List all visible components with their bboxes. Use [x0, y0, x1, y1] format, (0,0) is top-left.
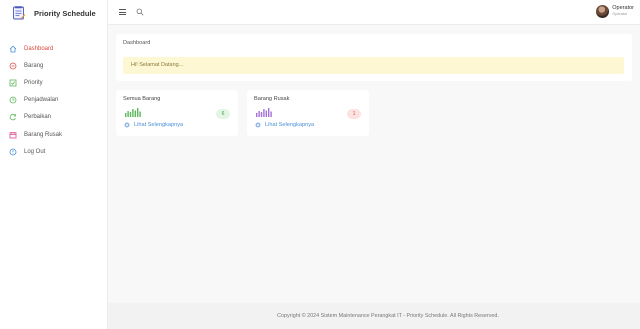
card-semua-barang: Semua Barang 6 Lihat Selengkapnya: [116, 90, 238, 136]
user-role: Operator: [612, 11, 628, 16]
clock-icon: [9, 96, 17, 104]
view-more-label: Lihat Selengkapnya: [265, 122, 315, 128]
home-icon: [9, 45, 17, 53]
copyright-text: Copyright © 2024 Sistem Maintenance Pera…: [277, 313, 499, 319]
avatar[interactable]: [596, 5, 610, 18]
sidebar-nav: Dashboard Barang Priority Penjadwalan Pe…: [0, 40, 107, 160]
app-title: Priority Schedule: [34, 8, 96, 18]
count-badge: 6: [216, 109, 230, 119]
card-title: Barang Rusak: [254, 96, 290, 102]
sidebar-item-log-out[interactable]: Log Out: [0, 143, 107, 160]
view-icon: [255, 122, 261, 128]
brand[interactable]: Priority Schedule: [0, 0, 107, 26]
sidebar-item-label: Barang: [24, 62, 44, 69]
page-title: Dashboard: [123, 40, 151, 46]
logout-icon: [9, 148, 17, 156]
view-icon: [124, 122, 130, 128]
sidebar-item-label: Log Out: [24, 148, 46, 155]
card-title: Semua Barang: [123, 96, 161, 102]
sidebar-item-perbaikan[interactable]: Perbaikan: [0, 109, 107, 126]
dashboard-panel: Dashboard Hi! Selamat Datang...: [116, 34, 632, 81]
sidebar: Priority Schedule Dashboard Barang Prior…: [0, 0, 108, 329]
search-icon[interactable]: [136, 8, 144, 16]
sidebar-item-label: Priority: [24, 79, 43, 86]
sidebar-item-penjadwalan[interactable]: Penjadwalan: [0, 92, 107, 109]
card-barang-rusak: Barang Rusak 1 Lihat Selengkapnya: [247, 90, 369, 136]
user-menu[interactable]: Operator Operator: [596, 5, 634, 18]
view-more-label: Lihat Selengkapnya: [134, 122, 184, 128]
sidebar-item-priority[interactable]: Priority: [0, 74, 107, 91]
view-more-link[interactable]: Lihat Selengkapnya: [124, 122, 183, 128]
sidebar-item-label: Perbaikan: [24, 114, 52, 121]
menu-toggle-icon[interactable]: [119, 9, 126, 15]
sidebar-item-barang-rusak[interactable]: Barang Rusak: [0, 126, 107, 143]
bar-chart-icon: [125, 108, 141, 117]
welcome-alert: Hi! Selamat Datang...: [123, 57, 624, 74]
sidebar-item-label: Barang Rusak: [24, 131, 63, 138]
topbar: Operator Operator: [108, 0, 640, 25]
user-info: Operator Operator: [612, 6, 634, 16]
calendar-icon: [9, 131, 17, 139]
check-icon: [9, 79, 17, 87]
view-more-link[interactable]: Lihat Selengkapnya: [255, 122, 314, 128]
bar-chart-icon: [256, 108, 272, 117]
footer: Copyright © 2024 Sistem Maintenance Pera…: [108, 303, 640, 329]
sidebar-item-dashboard[interactable]: Dashboard: [0, 40, 107, 57]
sidebar-item-label: Penjadwalan: [24, 97, 59, 104]
sidebar-item-label: Dashboard: [24, 45, 54, 52]
box-icon: [9, 62, 17, 70]
schedule-logo-icon: [12, 6, 26, 20]
refresh-icon: [9, 113, 17, 121]
count-badge: 1: [347, 109, 361, 119]
sidebar-item-barang[interactable]: Barang: [0, 57, 107, 74]
